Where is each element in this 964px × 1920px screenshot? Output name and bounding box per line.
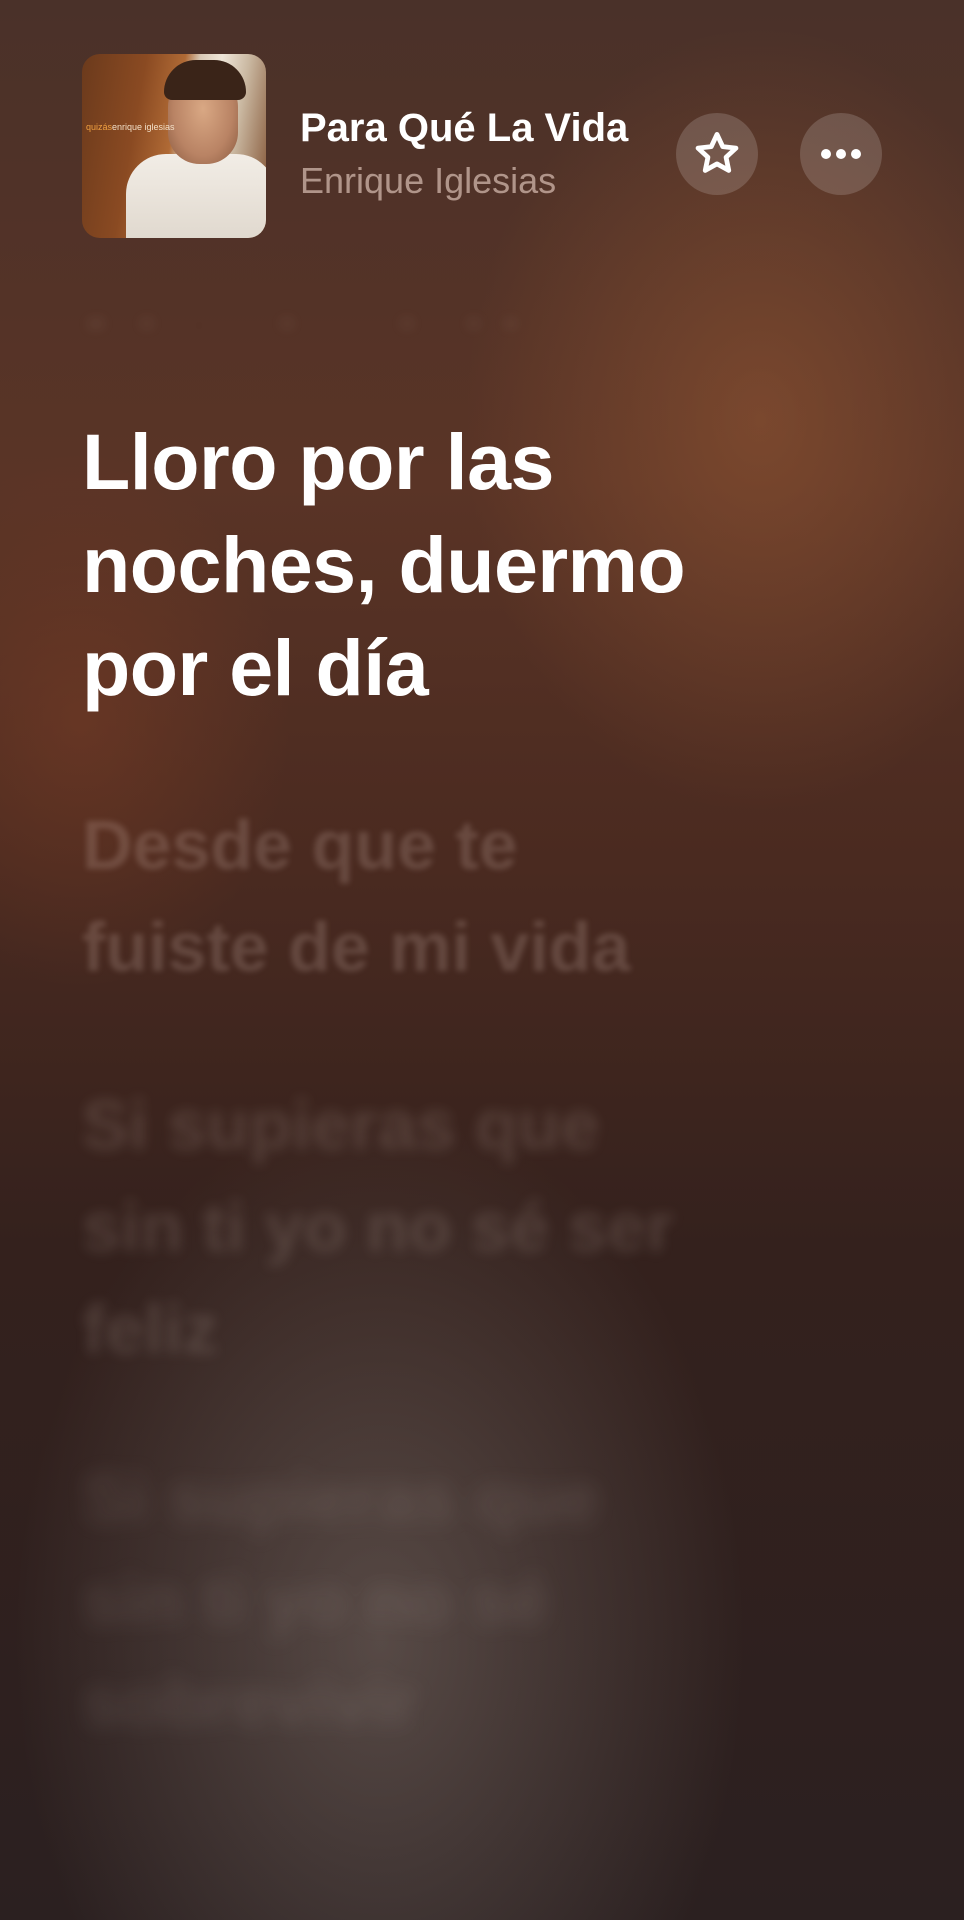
lyric-line-current[interactable]: Lloro por las noches, duermo por el día	[82, 410, 902, 719]
album-art-label: quizásenrique iglesias	[86, 122, 175, 132]
ellipsis-icon	[821, 149, 861, 159]
lyric-line-previous-text: fuiste de mi vida	[82, 294, 902, 326]
lyric-line-next[interactable]: Si supieras que sin ti yo no sé ser feli…	[82, 1074, 902, 1380]
lyric-line-previous[interactable]: fuiste de mi vida	[82, 242, 902, 326]
more-options-button[interactable]	[800, 113, 882, 195]
track-title[interactable]: Para Qué La Vida	[300, 106, 628, 151]
now-playing-header: quizásenrique iglesias Para Qué La Vida …	[0, 0, 964, 250]
track-artist[interactable]: Enrique Iglesias	[300, 160, 556, 202]
lyric-line-next[interactable]: Si supieras que sin ti yo no sé sobreviv…	[82, 1447, 902, 1753]
star-icon	[695, 132, 739, 173]
lyrics-screen: quizásenrique iglesias Para Qué La Vida …	[0, 0, 964, 1920]
album-artwork[interactable]: quizásenrique iglesias	[82, 54, 266, 238]
favorite-button[interactable]	[676, 113, 758, 195]
album-art-shirt	[126, 154, 266, 238]
album-art-hair	[164, 60, 246, 100]
lyric-line-next[interactable]: Desde que te fuiste de mi vida	[82, 794, 902, 998]
